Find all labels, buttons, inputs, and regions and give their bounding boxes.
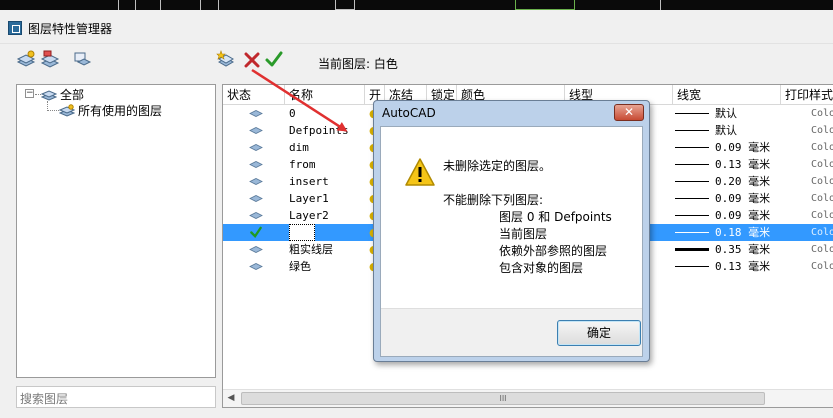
layer-status-icon [249,195,263,202]
filter-tree-panel: − 全部 所有使用的图层 [16,84,216,378]
dialog-button-bar: 确定 [381,308,642,356]
window-title-bar: 图层特性管理器 [0,10,833,44]
collapse-icon[interactable]: − [25,89,34,98]
layer-name[interactable]: Layer1 [289,190,329,207]
dialog-message: 未删除选定的图层。 [443,159,552,173]
layer-lineweight[interactable]: 0.13 毫米 [715,156,770,173]
layer-status-icon [249,178,263,185]
dialog-close-button[interactable]: ✕ [614,104,644,121]
layer-plot-style: Color_7 [811,125,833,136]
dialog-reason: 依赖外部参照的图层 [499,244,608,258]
dialog-title: AutoCAD [382,106,436,120]
ok-button[interactable]: 确定 [557,320,641,346]
layer-plot-style: Color_7 [811,244,833,255]
search-layers-input[interactable]: 搜索图层 [16,386,216,408]
layer-name[interactable]: insert [289,173,329,190]
scrollbar-thumb[interactable]: III [241,392,765,405]
layer-lineweight[interactable]: 0.09 毫米 [715,207,770,224]
layer-lineweight[interactable]: 0.13 毫米 [715,258,770,275]
layer-manager-app-icon [8,21,22,35]
window-title: 图层特性管理器 [28,22,113,36]
layer-filter-icon [59,104,75,117]
lineweight-swatch [675,232,709,233]
warning-icon [405,158,435,186]
autocad-message-dialog: AutoCAD ✕ 未删除选定的图层。 不能删除下列图层: 图层 0 和 Def… [373,100,650,362]
layer-status-icon [249,212,263,219]
new-layer-icon[interactable] [216,50,236,70]
layer-lineweight[interactable]: 0.20 毫米 [715,173,770,190]
layer-plot-style: Color_12 [811,193,833,204]
column-header-lineweight[interactable]: 线宽 [673,85,781,105]
scroll-left-arrow-icon[interactable]: ◀ [223,390,239,407]
layer-plot-style: Color_82 [811,142,833,153]
layer-name[interactable]: 白色 [289,224,315,241]
layer-lineweight[interactable]: 0.35 毫米 [715,241,770,258]
dialog-reason: 包含对象的图层 [499,261,584,275]
set-current-icon[interactable] [264,50,284,70]
layer-status-icon [249,127,263,134]
drawing-line [135,0,136,10]
layer-plot-style: Color_7 [811,108,833,119]
new-group-filter-icon[interactable] [40,50,60,70]
layer-lineweight[interactable]: 默认 [715,105,737,122]
layer-status-icon [249,263,263,270]
layer-name[interactable]: dim [289,139,309,156]
drawing-line [118,0,119,10]
layer-status-icon [249,110,263,117]
layer-status-icon [249,144,263,151]
dialog-reason: 当前图层 [499,227,548,241]
drawing-block [335,0,355,10]
dialog-body: 未删除选定的图层。 不能删除下列图层: 图层 0 和 Defpoints 当前图… [380,126,643,357]
column-header-plot-style[interactable]: 打印样式 [781,85,833,105]
layer-plot-style: Color_7 [811,227,833,238]
drawing-line [160,0,161,10]
new-property-filter-icon[interactable] [16,50,36,70]
layer-states-manager-icon[interactable] [72,50,92,70]
column-header-name[interactable]: 名称 [285,85,365,105]
layer-lineweight[interactable]: 0.09 毫米 [715,190,770,207]
drawing-block [515,0,575,10]
layer-name[interactable]: Defpoints [289,122,349,139]
layer-plot-style: Color_3 [811,261,833,272]
current-layer-check-icon [250,226,262,239]
layer-name[interactable]: 粗实线层 [289,241,333,258]
layer-name[interactable]: from [289,156,316,173]
layer-lineweight[interactable]: 默认 [715,122,737,139]
cad-drawing-strip [0,0,833,10]
tree-connector [47,110,59,111]
layer-name[interactable]: 0 [289,105,296,122]
horizontal-scrollbar[interactable]: ◀ III [223,389,833,407]
layer-name[interactable]: Layer2 [289,207,329,224]
layer-status-icon [249,161,263,168]
lineweight-swatch [675,164,709,165]
layer-plot-style: Color_85 [811,176,833,187]
lineweight-swatch [675,198,709,199]
lineweight-swatch [675,147,709,148]
layer-stack-icon [41,90,57,101]
layer-lineweight[interactable]: 0.09 毫米 [715,139,770,156]
current-layer-label: 当前图层: 白色 [318,57,398,71]
drawing-line [218,0,219,10]
lineweight-swatch [675,248,709,251]
tree-item-label: 所有使用的图层 [78,104,163,118]
layer-name[interactable]: 绿色 [289,258,311,275]
drawing-line [660,0,661,10]
layer-status-icon [249,246,263,253]
lineweight-swatch [675,266,709,267]
layer-plot-style: Color_50 [811,210,833,221]
layer-lineweight[interactable]: 0.18 毫米 [715,224,770,241]
dialog-reason: 图层 0 和 Defpoints [499,210,612,224]
tree-item-label: 全部 [60,88,85,102]
column-header-status[interactable]: 状态 [223,85,285,105]
drawing-line [200,0,201,10]
lineweight-swatch [675,113,709,114]
delete-layer-icon[interactable] [242,50,262,70]
lineweight-swatch [675,181,709,182]
layer-plot-style: Color_7 [811,159,833,170]
lineweight-swatch [675,130,709,131]
dialog-reasons-heading: 不能删除下列图层: [443,193,544,207]
lineweight-swatch [675,215,709,216]
